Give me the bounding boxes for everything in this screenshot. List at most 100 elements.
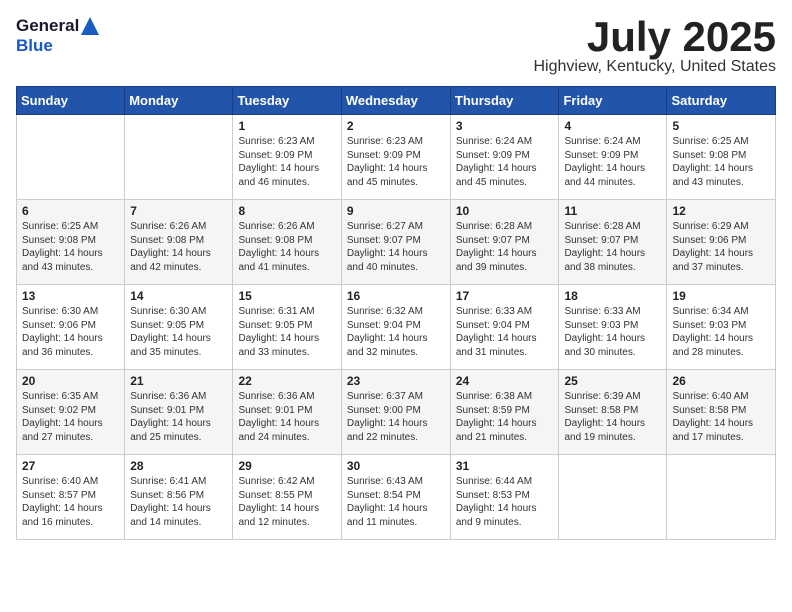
day-number: 6	[22, 204, 119, 218]
day-number: 13	[22, 289, 119, 303]
day-number: 11	[564, 204, 661, 218]
cell-info: Sunrise: 6:37 AMSunset: 9:00 PMDaylight:…	[347, 391, 428, 443]
calendar-cell: 7 Sunrise: 6:26 AMSunset: 9:08 PMDayligh…	[125, 200, 233, 285]
calendar-cell	[125, 115, 233, 200]
page-header: General Blue July 2025 Highview, Kentuck…	[16, 16, 776, 76]
weekday-header-tuesday: Tuesday	[233, 87, 341, 115]
day-number: 31	[456, 459, 554, 473]
calendar-cell: 3 Sunrise: 6:24 AMSunset: 9:09 PMDayligh…	[450, 115, 559, 200]
day-number: 26	[672, 374, 770, 388]
cell-info: Sunrise: 6:36 AMSunset: 9:01 PMDaylight:…	[238, 391, 319, 443]
day-number: 20	[22, 374, 119, 388]
logo-general: General	[16, 16, 79, 36]
day-number: 10	[456, 204, 554, 218]
day-number: 9	[347, 204, 445, 218]
cell-info: Sunrise: 6:36 AMSunset: 9:01 PMDaylight:…	[130, 391, 211, 443]
calendar-cell: 20 Sunrise: 6:35 AMSunset: 9:02 PMDaylig…	[17, 370, 125, 455]
day-number: 14	[130, 289, 227, 303]
cell-info: Sunrise: 6:28 AMSunset: 9:07 PMDaylight:…	[456, 221, 537, 273]
cell-info: Sunrise: 6:33 AMSunset: 9:03 PMDaylight:…	[564, 306, 645, 358]
calendar-cell: 18 Sunrise: 6:33 AMSunset: 9:03 PMDaylig…	[559, 285, 667, 370]
calendar-cell: 9 Sunrise: 6:27 AMSunset: 9:07 PMDayligh…	[341, 200, 450, 285]
cell-info: Sunrise: 6:41 AMSunset: 8:56 PMDaylight:…	[130, 476, 211, 528]
day-number: 12	[672, 204, 770, 218]
calendar-cell: 10 Sunrise: 6:28 AMSunset: 9:07 PMDaylig…	[450, 200, 559, 285]
weekday-header-sunday: Sunday	[17, 87, 125, 115]
calendar-cell	[559, 455, 667, 540]
cell-info: Sunrise: 6:35 AMSunset: 9:02 PMDaylight:…	[22, 391, 103, 443]
day-number: 28	[130, 459, 227, 473]
title-area: July 2025 Highview, Kentucky, United Sta…	[534, 16, 777, 76]
cell-info: Sunrise: 6:26 AMSunset: 9:08 PMDaylight:…	[130, 221, 211, 273]
cell-info: Sunrise: 6:23 AMSunset: 9:09 PMDaylight:…	[238, 136, 319, 188]
month-title: July 2025	[534, 16, 777, 58]
logo-blue: Blue	[16, 36, 53, 56]
cell-info: Sunrise: 6:34 AMSunset: 9:03 PMDaylight:…	[672, 306, 753, 358]
cell-info: Sunrise: 6:23 AMSunset: 9:09 PMDaylight:…	[347, 136, 428, 188]
day-number: 4	[564, 119, 661, 133]
calendar-cell	[667, 455, 776, 540]
weekday-header-wednesday: Wednesday	[341, 87, 450, 115]
cell-info: Sunrise: 6:30 AMSunset: 9:06 PMDaylight:…	[22, 306, 103, 358]
calendar-week-4: 20 Sunrise: 6:35 AMSunset: 9:02 PMDaylig…	[17, 370, 776, 455]
day-number: 8	[238, 204, 335, 218]
day-number: 7	[130, 204, 227, 218]
cell-info: Sunrise: 6:32 AMSunset: 9:04 PMDaylight:…	[347, 306, 428, 358]
calendar-cell: 12 Sunrise: 6:29 AMSunset: 9:06 PMDaylig…	[667, 200, 776, 285]
day-number: 27	[22, 459, 119, 473]
weekday-header-row: SundayMondayTuesdayWednesdayThursdayFrid…	[17, 87, 776, 115]
calendar-cell: 22 Sunrise: 6:36 AMSunset: 9:01 PMDaylig…	[233, 370, 341, 455]
cell-info: Sunrise: 6:40 AMSunset: 8:57 PMDaylight:…	[22, 476, 103, 528]
calendar-cell: 2 Sunrise: 6:23 AMSunset: 9:09 PMDayligh…	[341, 115, 450, 200]
weekday-header-monday: Monday	[125, 87, 233, 115]
day-number: 17	[456, 289, 554, 303]
day-number: 2	[347, 119, 445, 133]
calendar-week-1: 1 Sunrise: 6:23 AMSunset: 9:09 PMDayligh…	[17, 115, 776, 200]
weekday-header-saturday: Saturday	[667, 87, 776, 115]
calendar-cell: 19 Sunrise: 6:34 AMSunset: 9:03 PMDaylig…	[667, 285, 776, 370]
cell-info: Sunrise: 6:29 AMSunset: 9:06 PMDaylight:…	[672, 221, 753, 273]
logo-triangle-icon	[81, 17, 99, 35]
day-number: 25	[564, 374, 661, 388]
day-number: 30	[347, 459, 445, 473]
cell-info: Sunrise: 6:44 AMSunset: 8:53 PMDaylight:…	[456, 476, 537, 528]
day-number: 23	[347, 374, 445, 388]
cell-info: Sunrise: 6:24 AMSunset: 9:09 PMDaylight:…	[456, 136, 537, 188]
day-number: 5	[672, 119, 770, 133]
calendar-cell: 11 Sunrise: 6:28 AMSunset: 9:07 PMDaylig…	[559, 200, 667, 285]
cell-info: Sunrise: 6:25 AMSunset: 9:08 PMDaylight:…	[672, 136, 753, 188]
calendar-cell: 28 Sunrise: 6:41 AMSunset: 8:56 PMDaylig…	[125, 455, 233, 540]
cell-info: Sunrise: 6:33 AMSunset: 9:04 PMDaylight:…	[456, 306, 537, 358]
day-number: 24	[456, 374, 554, 388]
calendar-table: SundayMondayTuesdayWednesdayThursdayFrid…	[16, 86, 776, 540]
calendar-cell: 8 Sunrise: 6:26 AMSunset: 9:08 PMDayligh…	[233, 200, 341, 285]
calendar-cell: 14 Sunrise: 6:30 AMSunset: 9:05 PMDaylig…	[125, 285, 233, 370]
calendar-cell: 16 Sunrise: 6:32 AMSunset: 9:04 PMDaylig…	[341, 285, 450, 370]
cell-info: Sunrise: 6:27 AMSunset: 9:07 PMDaylight:…	[347, 221, 428, 273]
logo: General Blue	[16, 16, 99, 56]
calendar-cell: 25 Sunrise: 6:39 AMSunset: 8:58 PMDaylig…	[559, 370, 667, 455]
cell-info: Sunrise: 6:24 AMSunset: 9:09 PMDaylight:…	[564, 136, 645, 188]
cell-info: Sunrise: 6:28 AMSunset: 9:07 PMDaylight:…	[564, 221, 645, 273]
day-number: 22	[238, 374, 335, 388]
cell-info: Sunrise: 6:43 AMSunset: 8:54 PMDaylight:…	[347, 476, 428, 528]
calendar-cell: 1 Sunrise: 6:23 AMSunset: 9:09 PMDayligh…	[233, 115, 341, 200]
calendar-cell: 27 Sunrise: 6:40 AMSunset: 8:57 PMDaylig…	[17, 455, 125, 540]
cell-info: Sunrise: 6:30 AMSunset: 9:05 PMDaylight:…	[130, 306, 211, 358]
day-number: 18	[564, 289, 661, 303]
day-number: 3	[456, 119, 554, 133]
calendar-cell	[17, 115, 125, 200]
calendar-cell: 15 Sunrise: 6:31 AMSunset: 9:05 PMDaylig…	[233, 285, 341, 370]
location: Highview, Kentucky, United States	[534, 58, 777, 76]
day-number: 19	[672, 289, 770, 303]
calendar-cell: 6 Sunrise: 6:25 AMSunset: 9:08 PMDayligh…	[17, 200, 125, 285]
calendar-cell: 31 Sunrise: 6:44 AMSunset: 8:53 PMDaylig…	[450, 455, 559, 540]
calendar-cell: 13 Sunrise: 6:30 AMSunset: 9:06 PMDaylig…	[17, 285, 125, 370]
day-number: 29	[238, 459, 335, 473]
calendar-cell: 24 Sunrise: 6:38 AMSunset: 8:59 PMDaylig…	[450, 370, 559, 455]
day-number: 1	[238, 119, 335, 133]
cell-info: Sunrise: 6:42 AMSunset: 8:55 PMDaylight:…	[238, 476, 319, 528]
calendar-week-5: 27 Sunrise: 6:40 AMSunset: 8:57 PMDaylig…	[17, 455, 776, 540]
day-number: 15	[238, 289, 335, 303]
calendar-cell: 5 Sunrise: 6:25 AMSunset: 9:08 PMDayligh…	[667, 115, 776, 200]
